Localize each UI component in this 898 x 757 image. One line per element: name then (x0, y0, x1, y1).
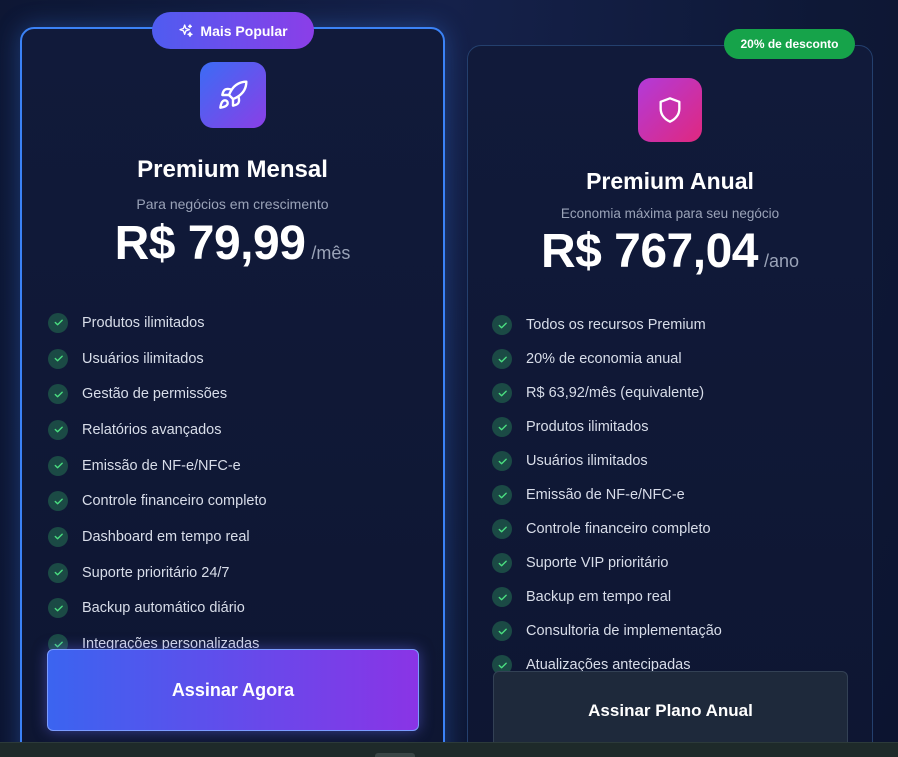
pricing-page: Premium Mensal Para negócios em crescime… (0, 0, 898, 757)
taskbar-tab[interactable] (375, 753, 415, 757)
feature-label: Usuários ilimitados (82, 350, 204, 367)
check-icon (48, 562, 68, 583)
price-period: /ano (763, 251, 800, 271)
check-icon (48, 384, 68, 405)
check-icon (48, 348, 68, 369)
plan-subtitle: Para negócios em crescimento (136, 196, 329, 212)
check-icon (492, 587, 512, 607)
shield-icon (638, 78, 702, 142)
subscribe-annual-button[interactable]: Assinar Plano Anual (493, 671, 848, 751)
price-row: R$ 767,04/ano (468, 224, 872, 279)
feature-item: Backup em tempo real (492, 580, 722, 614)
feature-item: Gestão de permissões (48, 376, 267, 412)
feature-label: R$ 63,92/mês (equivalente) (526, 385, 705, 401)
check-icon (492, 383, 512, 403)
feature-item: Consultoria de implementação (492, 614, 722, 648)
feature-label: Dashboard em tempo real (82, 528, 250, 545)
price-amount: R$ 767,04 (540, 225, 759, 278)
feature-label: Produtos ilimitados (526, 419, 649, 435)
feature-item: Emissão de NF-e/NFC-e (492, 478, 722, 512)
discount-badge: 20% de desconto (724, 29, 855, 59)
feature-label: Consultoria de implementação (526, 623, 722, 639)
plan-card-monthly: Premium Mensal Para negócios em crescime… (20, 27, 445, 757)
feature-item: Suporte prioritário 24/7 (48, 555, 267, 591)
feature-label: Gestão de permissões (82, 386, 228, 403)
feature-item: Backup automático diário (48, 591, 267, 627)
feature-item: Produtos ilimitados (48, 305, 267, 341)
subscribe-monthly-button[interactable]: Assinar Agora (47, 649, 419, 731)
feature-item: R$ 63,92/mês (equivalente) (492, 376, 722, 410)
check-icon (48, 491, 68, 512)
check-icon (492, 417, 512, 437)
check-icon (492, 553, 512, 573)
feature-label: Todos os recursos Premium (526, 317, 706, 333)
feature-label: Suporte VIP prioritário (526, 555, 669, 571)
feature-item: Usuários ilimitados (492, 444, 722, 478)
feature-item: Usuários ilimitados (48, 341, 267, 377)
feature-item: Todos os recursos Premium (492, 308, 722, 342)
price-row: R$ 79,99/mês (22, 216, 443, 271)
feature-label: Controle financeiro completo (526, 521, 711, 537)
plan-title: Premium Anual (586, 168, 754, 194)
check-icon (48, 455, 68, 476)
plan-card-annual: Premium Anual Economia máxima para seu n… (467, 45, 873, 757)
check-icon (48, 419, 68, 440)
feature-item: Produtos ilimitados (492, 410, 722, 444)
feature-label: Controle financeiro completo (82, 493, 267, 510)
feature-label: Suporte prioritário 24/7 (82, 564, 230, 581)
feature-item: Suporte VIP prioritário (492, 546, 722, 580)
feature-item: Relatórios avançados (48, 412, 267, 448)
bottom-taskbar (0, 742, 898, 757)
feature-list: Produtos ilimitados Usuários ilimitados Ge… (48, 305, 267, 662)
check-icon (48, 598, 68, 619)
check-icon (48, 526, 68, 547)
check-icon (492, 451, 512, 471)
popular-badge-label: Mais Popular (200, 22, 288, 39)
check-icon (492, 519, 512, 539)
check-icon (48, 312, 68, 333)
plan-title: Premium Mensal (137, 156, 328, 183)
feature-item: Controle financeiro completo (48, 483, 267, 519)
check-icon (492, 349, 512, 369)
plan-subtitle: Economia máxima para seu negócio (560, 206, 780, 221)
feature-label: Backup em tempo real (526, 589, 672, 605)
feature-label: Usuários ilimitados (526, 453, 648, 469)
check-icon (492, 315, 512, 335)
rocket-icon (200, 62, 266, 128)
feature-list: Todos os recursos Premium 20% de economia… (492, 308, 722, 682)
feature-label: Produtos ilimitados (82, 314, 205, 331)
feature-item: Dashboard em tempo real (48, 519, 267, 555)
feature-label: 20% de economia anual (526, 351, 682, 367)
price-amount: R$ 79,99 (114, 217, 306, 270)
feature-label: Relatórios avançados (82, 421, 222, 438)
check-icon (492, 621, 512, 641)
feature-item: 20% de economia anual (492, 342, 722, 376)
feature-label: Backup automático diário (82, 600, 245, 617)
popular-badge: Mais Popular (152, 12, 314, 49)
feature-label: Emissão de NF-e/NFC-e (82, 457, 241, 474)
check-icon (492, 485, 512, 505)
feature-item: Emissão de NF-e/NFC-e (48, 448, 267, 484)
feature-label: Emissão de NF-e/NFC-e (526, 487, 685, 503)
feature-item: Controle financeiro completo (492, 512, 722, 546)
price-period: /mês (311, 243, 351, 263)
sparkles-icon (178, 23, 194, 39)
